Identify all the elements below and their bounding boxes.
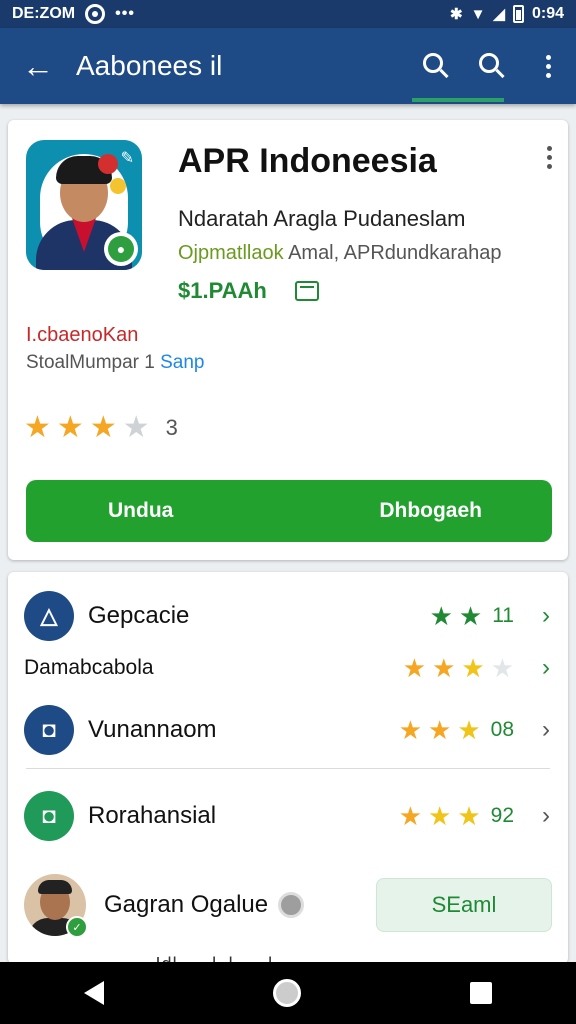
search-button[interactable] (408, 28, 464, 104)
star-icon: ★ (402, 652, 427, 683)
list-item[interactable]: ◘ Rorahansial ★ ★ ★ 92 › (8, 788, 568, 844)
list-item-value: 92 (490, 804, 514, 827)
app-name: APR Indoneesia (178, 142, 437, 180)
app-bar: ← Aabonees il (0, 28, 576, 104)
star-icon: ★ (89, 411, 117, 444)
install-button-right-label: Dhbogaeh (379, 499, 482, 522)
ad-subtext: StoalMumpar 1 Sanp (26, 352, 205, 374)
list-item-label: Damabcabola (24, 656, 154, 679)
category-accent: Ojpmatllaok (178, 242, 284, 264)
price-tag-icon (294, 281, 319, 301)
status-bar: DE:ZOM ••• ✱ ▼ ◢ 0:94 (0, 0, 576, 28)
details-list-card: △ Gepcacie ★ ★ 11 › Damabcabola ★ ★ ★ ★ … (8, 572, 568, 964)
app-icon[interactable]: ✎ ● (26, 140, 142, 270)
list-item-label: Vunannaom (88, 716, 217, 743)
wifi-icon: ▼ (470, 5, 486, 23)
star-icon: ★ (428, 714, 452, 745)
star-icon: ★ (429, 600, 453, 631)
nav-home-icon[interactable] (272, 979, 301, 1007)
reviewer-row[interactable]: ✓ Gagran Ogalue SEaml (8, 872, 568, 938)
star-icon: ★ (457, 714, 481, 745)
chat-icon: ● (108, 236, 134, 262)
search-button-secondary[interactable] (464, 28, 520, 104)
star-empty-icon: ★ (122, 411, 150, 444)
star-icon: ★ (428, 800, 452, 831)
install-button-left-label: Undua (108, 499, 174, 522)
send-button[interactable]: SEaml (376, 878, 552, 932)
search-icon (479, 53, 499, 73)
chevron-right-icon: › (542, 602, 550, 629)
flower-icon (110, 178, 126, 194)
shopping-bag-icon: ◘ (24, 705, 74, 755)
list-item[interactable]: Damabcabola ★ ★ ★ ★ › (8, 648, 568, 688)
app-price: $1.PAAh (178, 278, 267, 303)
system-nav-bar (0, 962, 576, 1024)
status-left: DE:ZOM ••• (12, 4, 135, 24)
card-more-button[interactable] (547, 146, 552, 169)
list-item[interactable]: △ Gepcacie ★ ★ 11 › (8, 588, 568, 644)
list-item-label: Gepcacie (88, 602, 190, 629)
more-notifications-icon: ••• (115, 5, 135, 22)
battery-icon (512, 5, 524, 23)
list-item[interactable]: ◘ Vunannaom ★ ★ ★ 08 › (8, 702, 568, 758)
status-clock: 0:94 (531, 5, 564, 22)
avatar-hair (38, 880, 72, 894)
notification-icon (85, 4, 106, 24)
chat-badge-icon: ● (104, 232, 138, 266)
flower-icon (98, 154, 118, 174)
chevron-right-icon: › (542, 802, 550, 829)
check-badge-icon: ✓ (66, 916, 88, 938)
overflow-menu-button[interactable] (520, 28, 576, 104)
ad-subtext-label: StoalMumpar 1 (26, 352, 161, 373)
star-icon: ★ (461, 652, 485, 683)
category-rest: Amal, APRdundkarahap (283, 242, 502, 264)
list-item-value: 08 (490, 718, 514, 741)
star-icon: ★ (24, 411, 51, 444)
arrow-left-icon: ← (22, 47, 54, 84)
more-vert-icon (545, 54, 551, 78)
nav-recents-icon[interactable] (469, 982, 492, 1004)
price-row: $1.PAAh (178, 278, 319, 304)
app-bar-title: Aabonees il (76, 50, 223, 81)
star-icon: ★ (457, 800, 481, 831)
status-right: ✱ ▼ ◢ 0:94 (450, 5, 564, 23)
search-icon (423, 53, 443, 73)
list-item-rating: ★ ★ ★ 08 (399, 715, 514, 746)
star-icon: ★ (398, 800, 423, 831)
chevron-right-icon: › (542, 716, 550, 743)
star-icon: ★ (458, 600, 483, 631)
reviewer-name: Gagran Ogalue (104, 891, 305, 919)
list-item-rating: ★ ★ ★ ★ (403, 653, 514, 684)
verified-icon (278, 892, 305, 918)
triangle-icon: △ (24, 591, 74, 641)
edit-icon: ✎ (120, 150, 134, 167)
divider (26, 768, 550, 769)
status-time: DE:ZOM (12, 5, 76, 22)
list-item-label: Rorahansial (88, 802, 217, 829)
ad-subtext-link[interactable]: Sanp (160, 352, 204, 373)
back-button[interactable]: ← (0, 28, 76, 104)
app-category: Ojpmatllaok Amal, APRdundkarahap (178, 242, 502, 265)
shopping-bag-icon: ◘ (24, 791, 74, 841)
app-details-card: ✎ ● APR Indoneesia Ndaratah Aragla Pudan… (8, 120, 568, 560)
chevron-right-icon: › (542, 654, 550, 681)
ad-label: I.cbaenoKan (26, 324, 139, 346)
list-item-rating: ★ ★ ★ 92 (399, 801, 514, 832)
app-developer[interactable]: Ndaratah Aragla Pudaneslam (178, 206, 465, 232)
install-button[interactable]: Undua Dhbogaeh (26, 480, 552, 542)
rating-row: ★ ★ ★ ★ 3 (24, 410, 178, 445)
star-icon: ★ (56, 411, 84, 444)
list-item-value: 11 (492, 604, 514, 627)
reviewer-name-text: Gagran Ogalue (104, 891, 269, 918)
tab-indicator (412, 98, 504, 102)
star-icon: ★ (398, 714, 423, 745)
rating-count: 3 (165, 414, 178, 440)
star-empty-icon: ★ (490, 652, 514, 683)
star-icon: ★ (432, 652, 456, 683)
bluetooth-icon: ✱ (449, 6, 463, 23)
list-item-rating: ★ ★ 11 (430, 601, 514, 632)
nav-back-icon[interactable] (84, 981, 105, 1005)
signal-icon: ◢ (493, 6, 505, 23)
